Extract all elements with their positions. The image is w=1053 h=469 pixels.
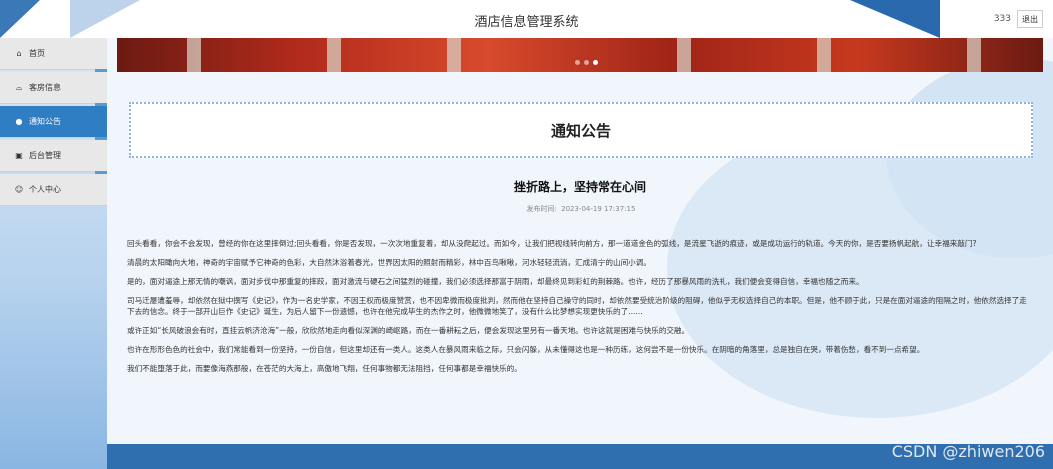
sidebar-item-profile[interactable]: ☺ 个人中心 (0, 174, 107, 206)
home-icon: ⌂ (16, 49, 22, 58)
publish-time-label: 发布时间: (526, 205, 557, 213)
sidebar-item-admin[interactable]: ▣ 后台管理 (0, 140, 107, 172)
notice-heading-box: 通知公告 (129, 102, 1033, 158)
carousel-dots (575, 60, 598, 65)
carousel-dot[interactable] (575, 60, 580, 65)
article-paragraph: 回头看看，你会不会发现，曾经的你在这里摔倒过;回头看看，你是否发现，一次次地重复… (127, 239, 977, 248)
app-title: 酒店信息管理系统 (474, 15, 579, 30)
sidebar-item-label: 客房信息 (29, 83, 61, 92)
sidebar-item-label: 个人中心 (29, 185, 61, 194)
article-paragraph: 是的，面对逼途上那无情的嘲讽，面对步伐中那重复的摔跤，面对激流与硬石之间猛烈的碰… (127, 277, 864, 286)
logout-button[interactable]: 退出 (1017, 10, 1043, 28)
article-publish-time: 发布时间: 2023-04-19 17:37:15 (107, 204, 1053, 214)
sidebar-item-rooms[interactable]: ⌓ 客房信息 (0, 72, 107, 104)
article-body: 回头看看，你会不会发现，曾经的你在这里摔倒过;回头看看，你是否发现，一次次地重复… (127, 238, 1033, 382)
calendar-icon: ▣ (15, 151, 23, 160)
username-label: 333 (993, 14, 1011, 24)
banner-tree-trunk (447, 38, 461, 72)
sidebar-item-label: 首页 (29, 49, 45, 58)
lock-icon: ⌓ (15, 82, 23, 92)
main-content: 通知公告 挫折路上，坚持常在心间 发布时间: 2023-04-19 17:37:… (107, 38, 1053, 469)
article-title: 挫折路上，坚持常在心间 (513, 180, 646, 194)
user-icon: ☺ (14, 185, 24, 194)
sidebar-item-home[interactable]: ⌂ 首页 (0, 38, 107, 70)
banner-tree-trunk (817, 38, 831, 72)
article-paragraph: 我们不能堕落于此，而要像海燕那般，在苍茫的大海上，高傲地飞翔，任何事物都无法阻挡… (127, 364, 522, 373)
sidebar-item-label: 后台管理 (29, 151, 61, 160)
sidebar: ⌂ 首页 ⌓ 客房信息 ● 通知公告 ▣ 后台管理 ☺ 个人中心 (0, 38, 107, 469)
article-paragraph: 也许在形形色色的社会中，我们常能看到一份坚持，一份自信，但这里却还有一类人。这类… (127, 345, 925, 354)
sidebar-item-notices[interactable]: ● 通知公告 (0, 106, 107, 138)
watermark-text: CSDN @zhiwen206 (891, 442, 1045, 461)
banner-tree-trunk (967, 38, 981, 72)
carousel-dot-active[interactable] (593, 60, 598, 65)
article-paragraph: 或许正如“长风破浪会有时，直挂云帆济沧海”一般，欣欣然地走向看似深渊的崎岖路，而… (127, 326, 690, 335)
sidebar-item-label: 通知公告 (29, 117, 61, 126)
banner-tree-trunk (677, 38, 691, 72)
banner-carousel (117, 38, 1043, 72)
article-paragraph: 司马迁屡遭羞辱，却依然在狱中撰写《史记》，作为一名史学家，不因王权而极度赞赏，也… (127, 296, 1027, 316)
publish-time-value: 2023-04-19 17:37:15 (561, 205, 636, 213)
top-header: 酒店信息管理系统 333 退出 (0, 0, 1053, 38)
carousel-dot[interactable] (584, 60, 589, 65)
banner-tree-trunk (187, 38, 201, 72)
dot-icon: ● (15, 117, 23, 126)
article-paragraph: 清晨的太阳瞰向大地，神奇的宇宙赋予它神奇的色彩，大自然沐浴着春光，世界因太阳的照… (127, 258, 651, 267)
page-title: 通知公告 (550, 121, 611, 140)
banner-tree-trunk (327, 38, 341, 72)
